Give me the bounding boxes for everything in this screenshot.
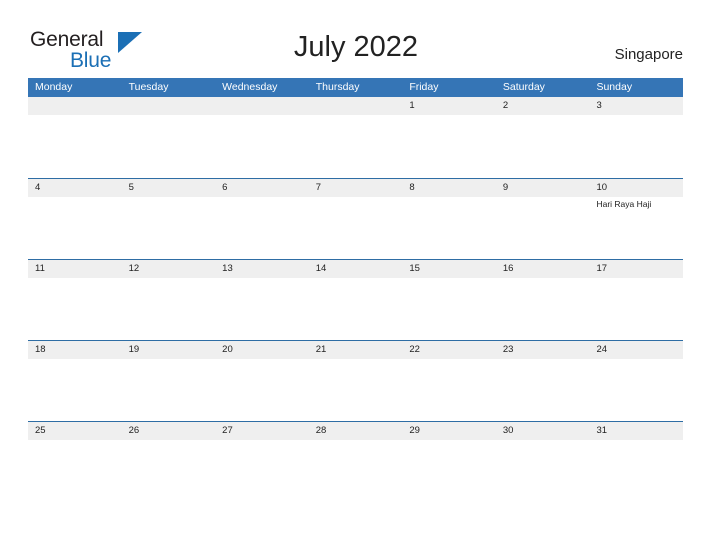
day-cell[interactable]	[28, 278, 122, 340]
day-cell[interactable]	[215, 115, 309, 177]
date-number[interactable]	[215, 97, 309, 115]
weekday-sunday: Sunday	[596, 81, 633, 93]
calendar-grid: Monday Tuesday Wednesday Thursday Friday…	[28, 78, 683, 502]
week-event-band	[28, 359, 683, 421]
date-number[interactable]: 28	[309, 422, 403, 440]
week-date-band: 11 12 13 14 15 16 17	[28, 259, 683, 278]
date-number[interactable]: 24	[589, 341, 683, 359]
event-label: Hari Raya Haji	[596, 199, 652, 209]
day-cell[interactable]	[402, 440, 496, 502]
page-title: July 2022	[293, 31, 419, 63]
day-cell[interactable]	[496, 440, 590, 502]
date-number[interactable]: 29	[402, 422, 496, 440]
date-number[interactable]: 12	[122, 260, 216, 278]
week-row: 25 26 27 28 29 30 31	[28, 421, 683, 502]
weekday-thursday: Thursday	[315, 81, 360, 93]
day-cell[interactable]	[402, 197, 496, 259]
date-number[interactable]: 27	[215, 422, 309, 440]
date-number[interactable]: 17	[589, 260, 683, 278]
day-cell[interactable]	[122, 278, 216, 340]
date-number[interactable]: 7	[309, 179, 403, 197]
date-number[interactable]: 26	[122, 422, 216, 440]
day-cell[interactable]	[589, 278, 683, 340]
week-event-band	[28, 440, 683, 502]
date-number[interactable]	[122, 97, 216, 115]
date-number[interactable]: 5	[122, 179, 216, 197]
day-cell[interactable]	[309, 359, 403, 421]
date-number[interactable]: 20	[215, 341, 309, 359]
day-cell[interactable]	[122, 197, 216, 259]
week-date-band: 1 2 3	[28, 97, 683, 115]
week-event-band	[28, 278, 683, 340]
date-number[interactable]: 31	[589, 422, 683, 440]
day-cell[interactable]	[589, 440, 683, 502]
day-cell[interactable]	[402, 278, 496, 340]
week-date-band: 25 26 27 28 29 30 31	[28, 421, 683, 440]
day-cell[interactable]	[215, 197, 309, 259]
day-cell[interactable]	[309, 197, 403, 259]
weekday-friday: Friday	[409, 81, 439, 93]
date-number[interactable]: 10	[589, 179, 683, 197]
date-number[interactable]	[309, 97, 403, 115]
day-cell[interactable]	[309, 278, 403, 340]
weekday-monday: Monday	[35, 81, 73, 93]
date-number[interactable]: 18	[28, 341, 122, 359]
day-cell[interactable]	[215, 278, 309, 340]
date-number[interactable]: 9	[496, 179, 590, 197]
page-header: General Blue July 2022 Singapore	[0, 0, 712, 78]
week-event-band: Hari Raya Haji	[28, 197, 683, 259]
day-cell[interactable]	[215, 359, 309, 421]
week-row: 4 5 6 7 8 9 10 Hari Raya Haji	[28, 178, 683, 259]
day-cell[interactable]	[122, 440, 216, 502]
week-row: 1 2 3	[28, 97, 683, 178]
date-number[interactable]: 14	[309, 260, 403, 278]
week-date-band: 18 19 20 21 22 23 24	[28, 340, 683, 359]
date-number[interactable]: 25	[28, 422, 122, 440]
date-number[interactable]: 11	[28, 260, 122, 278]
date-number[interactable]: 8	[402, 179, 496, 197]
day-cell[interactable]	[28, 197, 122, 259]
week-date-band: 4 5 6 7 8 9 10	[28, 178, 683, 197]
date-number[interactable]: 4	[28, 179, 122, 197]
day-cell[interactable]	[496, 359, 590, 421]
day-cell[interactable]	[496, 115, 590, 177]
day-cell[interactable]	[122, 359, 216, 421]
day-cell[interactable]	[28, 359, 122, 421]
day-cell[interactable]	[28, 115, 122, 177]
date-number[interactable]: 13	[215, 260, 309, 278]
day-cell[interactable]	[402, 115, 496, 177]
date-number[interactable]: 1	[402, 97, 496, 115]
week-row: 18 19 20 21 22 23 24	[28, 340, 683, 421]
day-cell[interactable]	[309, 115, 403, 177]
week-event-band	[28, 115, 683, 177]
weekday-tuesday: Tuesday	[128, 81, 169, 93]
day-cell[interactable]	[589, 115, 683, 177]
region-label: Singapore	[614, 46, 683, 63]
day-cell-holiday[interactable]: Hari Raya Haji	[589, 197, 683, 259]
date-number[interactable]: 6	[215, 179, 309, 197]
week-row: 11 12 13 14 15 16 17	[28, 259, 683, 340]
day-cell[interactable]	[309, 440, 403, 502]
date-number[interactable]: 19	[122, 341, 216, 359]
date-number[interactable]: 15	[402, 260, 496, 278]
day-cell[interactable]	[122, 115, 216, 177]
date-number[interactable]: 23	[496, 341, 590, 359]
day-cell[interactable]	[28, 440, 122, 502]
day-cell[interactable]	[496, 278, 590, 340]
date-number[interactable]: 21	[309, 341, 403, 359]
day-cell[interactable]	[402, 359, 496, 421]
date-number[interactable]: 22	[402, 341, 496, 359]
day-cell[interactable]	[589, 359, 683, 421]
date-number[interactable]: 3	[589, 97, 683, 115]
day-cell[interactable]	[496, 197, 590, 259]
date-number[interactable]: 2	[496, 97, 590, 115]
date-number[interactable]: 16	[496, 260, 590, 278]
weekday-saturday: Saturday	[502, 81, 545, 93]
date-number[interactable]	[28, 97, 122, 115]
day-cell[interactable]	[215, 440, 309, 502]
weekday-wednesday: Wednesday	[222, 81, 278, 93]
date-number[interactable]: 30	[496, 422, 590, 440]
weekday-header-row: Monday Tuesday Wednesday Thursday Friday…	[28, 78, 683, 97]
